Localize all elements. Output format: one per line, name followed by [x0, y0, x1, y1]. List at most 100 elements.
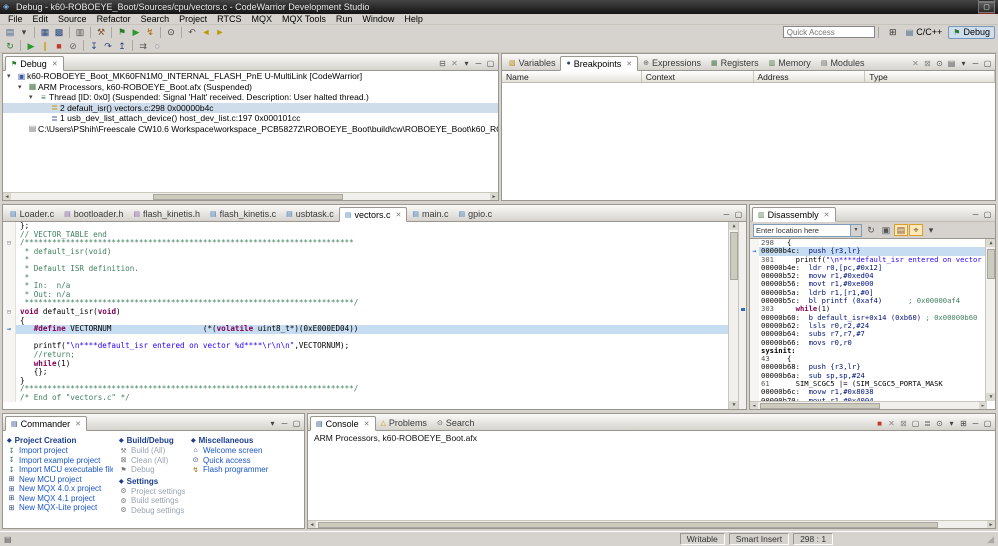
copy-disassembly-icon[interactable]: ▣: [879, 224, 893, 236]
commander-item-flash-programmer[interactable]: ↯ Flash programmer: [191, 465, 300, 475]
disconnect-icon[interactable]: ⊘: [66, 40, 80, 52]
code-line[interactable]: [3, 333, 736, 343]
code-line[interactable]: 298 {: [750, 239, 987, 248]
close-icon[interactable]: ✕: [75, 420, 81, 428]
code-line[interactable]: 00000b4e: ldr r0,[pc,#0x12]: [750, 263, 987, 273]
quick-access-input[interactable]: [782, 26, 875, 38]
editor-tab-bootloader-h[interactable]: ▤ bootloader.h: [59, 206, 128, 221]
debug-tree-item[interactable]: ▾ ▦ ARM Processors, k60-ROBOEYE_Boot.afx (…: [3, 82, 498, 93]
run-launch-icon[interactable]: ▶: [129, 26, 143, 38]
code-line[interactable]: 303 while(1): [750, 305, 987, 314]
debug-tree-item[interactable]: ▾ ▣ k60-ROBOEYE_Boot_MK60FN1M0_INTERNAL_FL…: [3, 71, 498, 82]
tab-modules[interactable]: ▤ Modules: [816, 55, 870, 70]
close-icon[interactable]: ✕: [364, 420, 370, 428]
view-menu-icon[interactable]: ▾: [267, 419, 278, 428]
code-line[interactable]: {: [3, 316, 736, 326]
code-line[interactable]: // VECTOR_TABLE end: [3, 230, 736, 240]
code-line[interactable]: };: [3, 222, 736, 231]
menu-mqx-tools[interactable]: MQX Tools: [277, 14, 331, 24]
back-history-icon[interactable]: ◄: [199, 26, 213, 38]
code-line[interactable]: 00000b62: lsls r0,r2,#24: [750, 321, 987, 331]
build-all-icon[interactable]: ⚒: [94, 26, 108, 38]
step-into-icon[interactable]: ↧: [87, 40, 101, 52]
column-header-name[interactable]: Name: [502, 71, 642, 82]
close-icon[interactable]: ✕: [52, 60, 58, 68]
disassembly-horizontal-scrollbar[interactable]: ◄ ►: [750, 401, 987, 409]
menu-window[interactable]: Window: [357, 14, 399, 24]
code-line[interactable]: 00000b60: b default_isr+0x14 (0xb60) ; 0…: [750, 313, 987, 322]
code-line[interactable]: → 00000b4c: push {r3,lr}: [750, 247, 987, 256]
maximize-button[interactable]: ▢: [978, 1, 995, 13]
code-line[interactable]: 00000b56: movt r1,#0xe000: [750, 280, 987, 289]
step-over-icon[interactable]: ↷: [101, 40, 115, 52]
code-editor[interactable]: };// VECTOR_TABLE end ⊟ /*****************…: [3, 222, 746, 409]
save-all-icon[interactable]: ▩: [52, 26, 66, 38]
maximize-view-icon[interactable]: ▢: [982, 59, 993, 68]
remove-all-launches-icon[interactable]: ⊠: [898, 419, 909, 428]
search-icon[interactable]: ⊙: [164, 26, 178, 38]
overview-ruler[interactable]: [738, 222, 746, 409]
scroll-up-icon[interactable]: ▲: [986, 239, 995, 247]
minimize-view-icon[interactable]: ─: [473, 59, 484, 68]
instruction-stepping-icon[interactable]: ⇉: [136, 40, 150, 52]
maximize-view-icon[interactable]: ▢: [291, 419, 302, 428]
code-line[interactable]: 00000b6c: movw r1,#0x8038: [750, 388, 987, 397]
code-line[interactable]: /***************************************…: [3, 385, 736, 394]
flash-programmer-icon[interactable]: ↯: [143, 26, 157, 38]
scroll-thumb[interactable]: [730, 232, 738, 280]
minimize-view-icon[interactable]: ─: [970, 210, 981, 219]
maximize-view-icon[interactable]: ▢: [733, 210, 744, 219]
scroll-right-icon[interactable]: ►: [979, 402, 987, 409]
terminate-icon[interactable]: ■: [52, 40, 66, 52]
editor-tab-gpio-c[interactable]: ▤ gpio.c: [453, 206, 497, 221]
console-horizontal-scrollbar[interactable]: ◄ ►: [308, 520, 995, 528]
print-icon[interactable]: ▥: [73, 26, 87, 38]
code-line[interactable]: 61 SIM_SCGC5 |= (SIM_SCGC5_PORTA_MASK: [750, 380, 987, 389]
scroll-down-icon[interactable]: ▼: [986, 393, 995, 401]
code-line[interactable]: * default_isr(void): [3, 247, 736, 257]
chevron-down-icon[interactable]: ▾: [850, 224, 861, 236]
code-line[interactable]: 00000b68: push {r3,lr}: [750, 363, 987, 372]
commander-item-import-project[interactable]: ↧ Import project: [7, 446, 113, 456]
menu-source[interactable]: Source: [53, 14, 92, 24]
open-console-icon[interactable]: ⊞: [958, 419, 969, 428]
scroll-right-icon[interactable]: ►: [490, 193, 498, 200]
code-line[interactable]: * Default ISR definition.: [3, 264, 736, 274]
debug-launch-icon[interactable]: ⚑: [115, 26, 129, 38]
show-source-icon[interactable]: ▤: [894, 224, 908, 236]
tree-expander-icon[interactable]: ▾: [29, 93, 38, 101]
perspective-debug-button[interactable]: ⚑ Debug: [948, 25, 995, 39]
menu-search[interactable]: Search: [136, 14, 175, 24]
editor-tab-flash-kinetis-c[interactable]: ▤ flash_kinetis.c: [205, 206, 281, 221]
view-menu-icon[interactable]: ▾: [924, 224, 938, 236]
tab-problems[interactable]: △ Problems: [376, 415, 432, 430]
code-line[interactable]: 301 printf("\n****default_isr entered on…: [750, 255, 987, 264]
menu-refactor[interactable]: Refactor: [92, 14, 136, 24]
scroll-thumb[interactable]: [318, 522, 938, 528]
tab-variables[interactable]: ▧ Variables: [504, 55, 560, 70]
code-line[interactable]: //return;: [3, 350, 736, 360]
code-line[interactable]: {};: [3, 368, 736, 377]
code-line[interactable]: ⊟ /**************************************…: [3, 239, 736, 248]
perspective-cpp-button[interactable]: ▤ C/C++: [902, 26, 947, 39]
code-line[interactable]: * Out: n/a: [3, 290, 736, 300]
skip-all-breakpoints-icon[interactable]: ◌: [150, 40, 164, 52]
commander-item-import-example-project[interactable]: ↧ Import example project: [7, 456, 113, 466]
menu-edit[interactable]: Edit: [28, 14, 54, 24]
tab-registers[interactable]: ▦ Registers: [706, 55, 764, 70]
menu-help[interactable]: Help: [399, 14, 428, 24]
maximize-view-icon[interactable]: ▢: [982, 210, 993, 219]
disassembly-vertical-scrollbar[interactable]: ▲ ▼: [985, 239, 995, 401]
editor-tab-main-c[interactable]: ▤ main.c: [407, 206, 453, 221]
code-line[interactable]: 00000b64: subs r7,r7,#7: [750, 330, 987, 339]
column-header-type[interactable]: Type: [865, 71, 996, 82]
resize-grip-icon[interactable]: ◢: [987, 534, 994, 545]
minimize-view-icon[interactable]: ─: [279, 419, 290, 428]
scroll-thumb[interactable]: [987, 249, 995, 279]
overview-annotation[interactable]: [741, 308, 745, 311]
close-icon[interactable]: ✕: [395, 211, 401, 219]
code-line[interactable]: /* End of "vectors.c" */: [3, 393, 736, 403]
minimize-view-icon[interactable]: ─: [970, 59, 981, 68]
show-breakpoints-for-selected-icon[interactable]: ⊙: [934, 59, 945, 68]
debug-tree-item[interactable]: ▾ ≡ Thread [ID: 0x0] (Suspended: Signal 'H…: [3, 92, 498, 103]
